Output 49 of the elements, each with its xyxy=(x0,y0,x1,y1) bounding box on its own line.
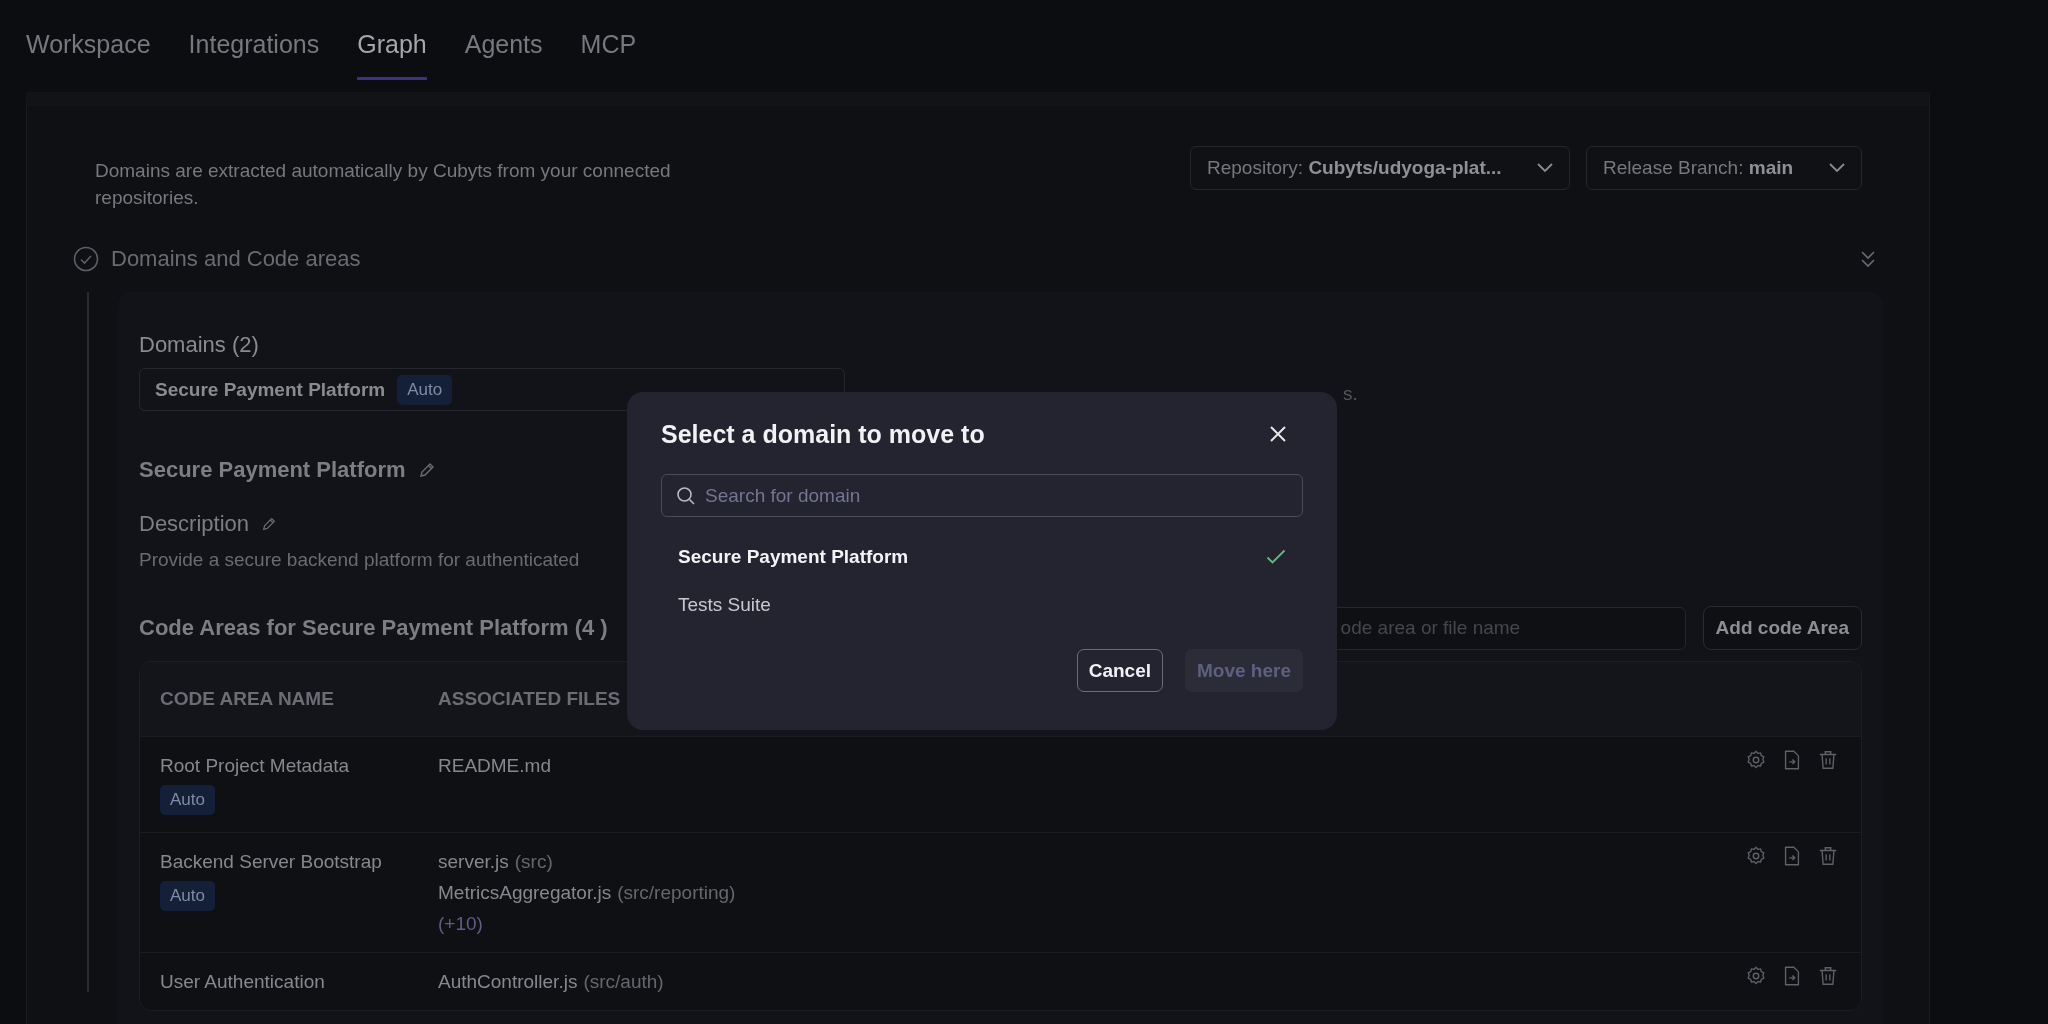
domain-title: Secure Payment Platform xyxy=(139,457,406,483)
close-icon[interactable] xyxy=(1269,425,1287,443)
description-label: Description xyxy=(139,511,250,537)
domain-search-field[interactable]: Search for domain xyxy=(661,474,1303,517)
tab[interactable]: Agents xyxy=(464,0,543,80)
file-name: server.js (src) xyxy=(438,850,554,873)
column-header: ASSOCIATED FILES xyxy=(438,688,622,710)
tab[interactable]: Graph xyxy=(357,0,427,80)
settings-icon[interactable] xyxy=(1745,749,1767,771)
trash-icon[interactable] xyxy=(1817,965,1839,987)
trash-icon[interactable] xyxy=(1817,749,1839,771)
code-area-name: User Authentication xyxy=(160,970,326,993)
checkmark-icon xyxy=(1266,549,1286,565)
tab[interactable]: Integrations xyxy=(188,0,320,80)
section-title: Domains and Code areas xyxy=(111,246,361,272)
dialog-title: Select a domain to move to xyxy=(661,419,985,449)
column-header: CODE AREA NAME xyxy=(159,688,335,710)
domain-option[interactable]: Secure Payment Platform xyxy=(661,533,1303,581)
add-code-area-button[interactable]: Add code Area xyxy=(1702,606,1862,650)
filter-dropdown[interactable]: Repository: Cubyts/udyoga-plat... xyxy=(1190,146,1570,190)
chevron-down-icon xyxy=(1537,163,1553,173)
code-areas-heading: Code Areas for Secure Payment Platform (4 ) xyxy=(139,615,608,641)
auto-badge: Auto xyxy=(160,785,215,815)
auto-badge: Auto xyxy=(160,881,215,911)
chevron-down-icon xyxy=(1829,163,1845,173)
tab[interactable]: Workspace xyxy=(26,0,151,80)
cancel-button[interactable]: Cancel xyxy=(1076,649,1163,692)
domains-heading: Domains (2) xyxy=(139,332,260,358)
domain-option[interactable]: Tests Suite xyxy=(661,581,1303,629)
file-name: AuthController.js (src/auth) xyxy=(438,970,665,993)
pencil-icon[interactable] xyxy=(417,461,436,479)
hint-text: s. xyxy=(1343,381,1358,405)
code-area-name: Root Project Metadata xyxy=(160,754,351,777)
file-name: README.md xyxy=(438,754,552,777)
auto-badge: Auto xyxy=(397,374,453,405)
description-text: Provide a secure backend platform for authenticated xyxy=(139,548,580,572)
check-circle-icon xyxy=(73,246,99,272)
file-name: MetricsAggregator.js (src/reporting) xyxy=(438,881,737,904)
settings-icon[interactable] xyxy=(1745,845,1767,867)
code-area-name: Backend Server Bootstrap xyxy=(160,850,383,873)
settings-icon[interactable] xyxy=(1745,965,1767,987)
filter-dropdown[interactable]: Release Branch: main xyxy=(1586,146,1862,190)
collapse-icon[interactable] xyxy=(1860,250,1876,268)
more-files-link[interactable]: (+10) xyxy=(438,912,1745,935)
tab[interactable]: MCP xyxy=(580,0,637,80)
intro-text: Domains are extracted automatically by Cubyts from your connected repositories. xyxy=(95,159,672,210)
trash-icon[interactable] xyxy=(1817,845,1839,867)
search-icon xyxy=(676,486,696,506)
pencil-icon[interactable] xyxy=(261,516,278,532)
